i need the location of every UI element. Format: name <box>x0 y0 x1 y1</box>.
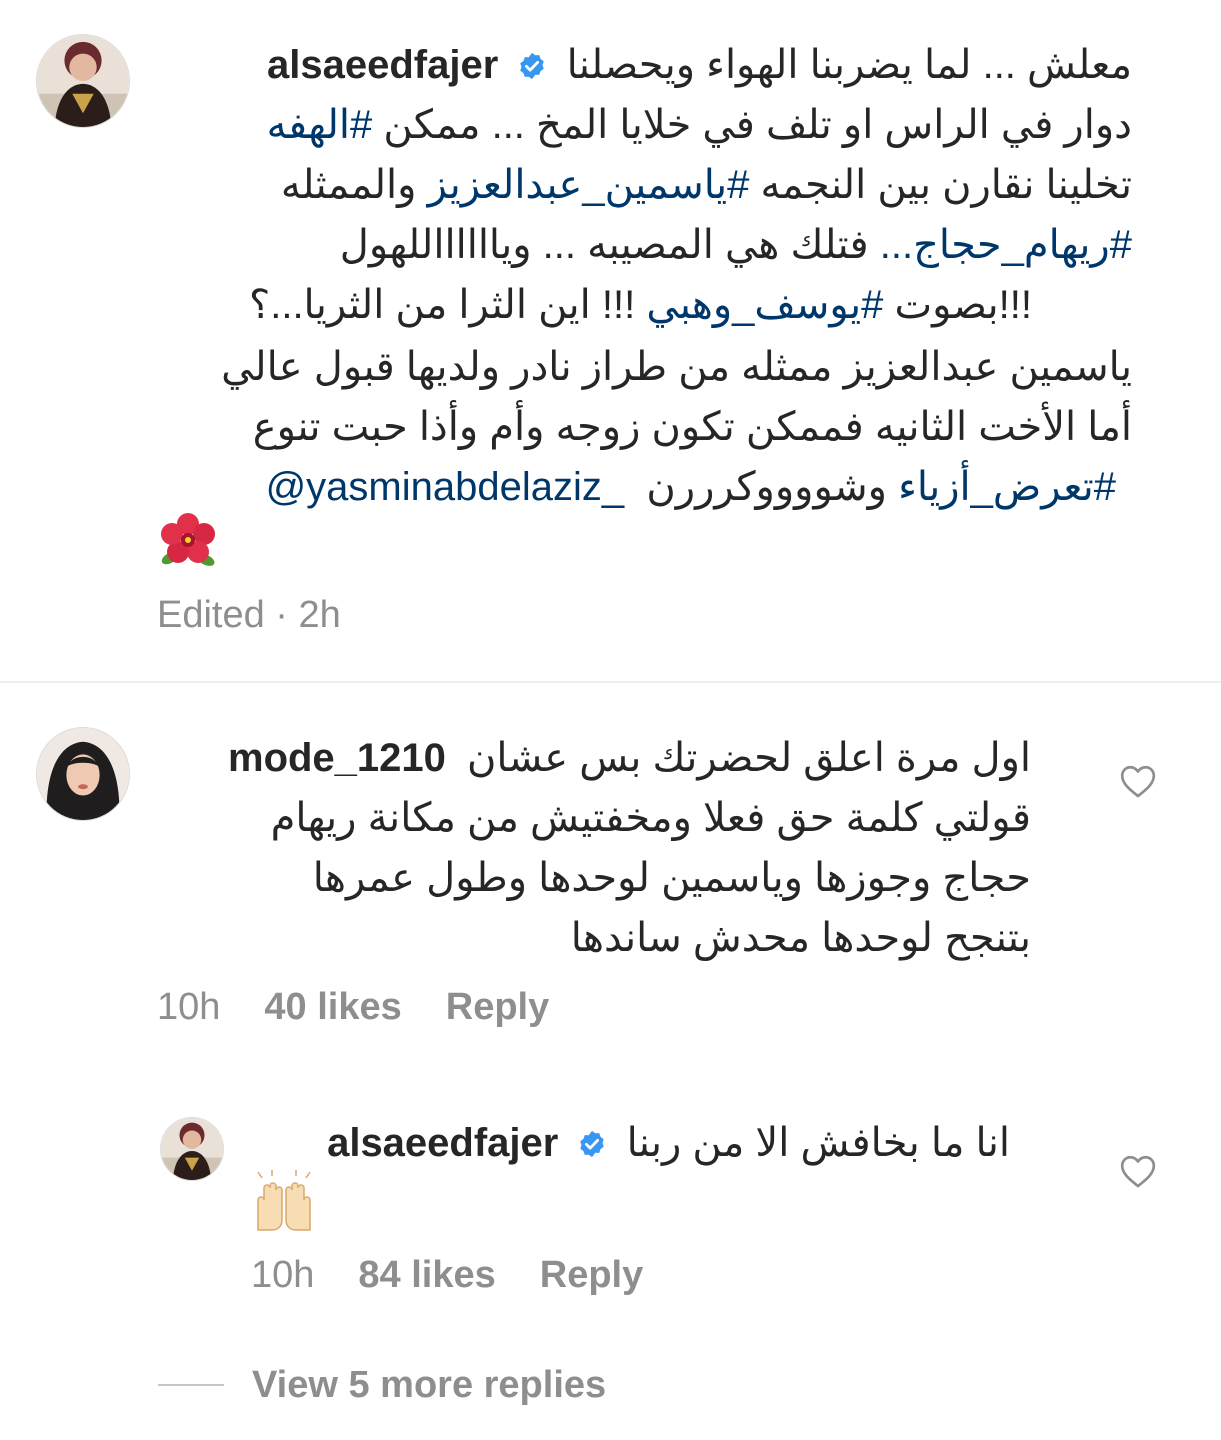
comment-line: تخلينا نقارن بين النجمه <box>760 163 1132 207</box>
comment-line: أما الأخت الثانيه فممكن تكون زوجه وأم وأ… <box>252 405 1132 449</box>
reply-button[interactable]: Reply <box>540 1254 643 1296</box>
hashtag-link[interactable]: #ياسمين_عبدالعزيز <box>428 163 750 207</box>
comment-line: معلش ... لما يضربنا الهواء ويحصلنا <box>566 43 1132 87</box>
hibiscus-emoji-icon <box>158 512 218 570</box>
avatar[interactable] <box>36 34 130 128</box>
comment-line: اول مرة اعلق لحضرتك بس عشان <box>467 736 1031 780</box>
mention-link[interactable]: @yasminabdelaziz_ <box>266 465 625 509</box>
divider <box>0 681 1221 683</box>
reply-line: انا ما بخافش الا من ربنا <box>626 1121 1010 1165</box>
comment-line: !!!بصوت <box>894 283 1032 327</box>
heart-outline-icon[interactable] <box>1119 763 1157 799</box>
avatar[interactable] <box>160 1117 224 1181</box>
comment-text: اول مرة اعلق لحضرتك بس عشان mode_1210 قو… <box>157 728 1031 968</box>
comment-timestamp: 10h <box>157 986 221 1028</box>
view-more-replies-button[interactable]: View 5 more replies <box>252 1364 606 1407</box>
comment-line: ياسمين عبدالعزيز ممثله من طراز نادر ولدي… <box>221 345 1132 389</box>
hashtag-link[interactable]: #الهفه <box>267 103 373 147</box>
comment-line: والممثله <box>280 163 417 207</box>
username-link[interactable]: alsaeedfajer <box>327 1121 558 1165</box>
verified-badge-icon <box>517 38 547 80</box>
view-more-label[interactable]: View 5 more replies <box>252 1364 606 1406</box>
comment-line: دوار في الراس او تلف في خلايا المخ ... م… <box>383 103 1132 147</box>
username-link[interactable]: alsaeedfajer <box>267 43 498 87</box>
comment-line: !!! اين الثرا من الثريا...؟ <box>248 283 636 327</box>
edited-timestamp: Edited · 2h <box>157 594 341 636</box>
comment-meta: Edited · 2h <box>157 594 341 637</box>
hashtag-link[interactable]: #ريهام_حجاج... <box>880 223 1132 267</box>
comment-actions: 10h 40 likes Reply <box>157 986 549 1029</box>
likes-count[interactable]: 84 likes <box>358 1254 495 1296</box>
comment-text: معلش ... لما يضربنا الهواء ويحصلنا alsae… <box>157 35 1132 517</box>
comment-line: فتلك هي المصيبه ... ويااااااللهول <box>339 223 869 267</box>
raising-hands-emoji-icon <box>252 1170 316 1232</box>
likes-count[interactable]: 40 likes <box>264 986 401 1028</box>
reply-text: انا ما بخافش الا من ربنا alsaeedfajer <box>250 1113 1010 1173</box>
comment-line: وشووووكرررن <box>646 465 887 509</box>
comment-line: بتنجح لوحدها محدش ساندها <box>570 916 1031 960</box>
hashtag-link[interactable]: #تعرض_أزياء <box>898 465 1116 509</box>
verified-badge-icon <box>577 1116 607 1158</box>
view-replies-line <box>158 1384 224 1386</box>
reply-timestamp: 10h <box>251 1254 315 1296</box>
heart-outline-icon[interactable] <box>1119 1153 1157 1189</box>
reply-actions: 10h 84 likes Reply <box>251 1254 643 1297</box>
reply-button[interactable]: Reply <box>446 986 549 1028</box>
avatar[interactable] <box>36 727 130 821</box>
comment-line: قولتي كلمة حق فعلا ومخفتيش من مكانة ريها… <box>270 796 1031 840</box>
comment-line: حجاج وجوزها وياسمين لوحدها وطول عمرها <box>312 856 1031 900</box>
hashtag-link[interactable]: #يوسف_وهبي <box>646 283 883 327</box>
username-link[interactable]: mode_1210 <box>228 736 446 780</box>
